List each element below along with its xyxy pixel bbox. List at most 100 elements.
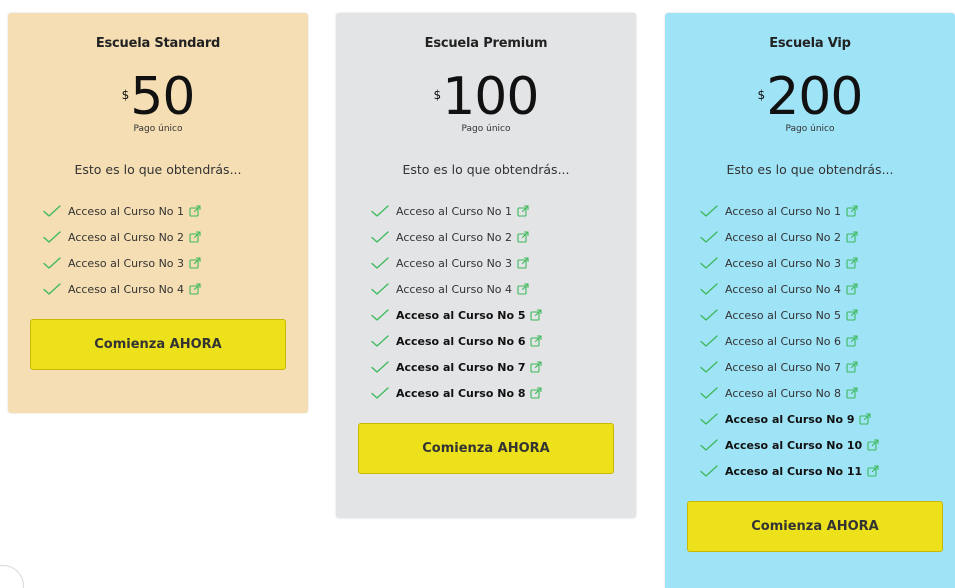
start-now-button[interactable]: Comienza AHORA xyxy=(30,319,286,370)
price-amount: 100 xyxy=(442,67,539,127)
feature-item: Acceso al Curso No 7 xyxy=(370,354,543,380)
external-link-icon[interactable] xyxy=(530,309,543,321)
feature-label: Acceso al Curso No 5 xyxy=(396,308,526,322)
feature-label: Acceso al Curso No 7 xyxy=(725,360,842,374)
feature-item: Acceso al Curso No 7 xyxy=(699,354,879,380)
feature-label: Acceso al Curso No 6 xyxy=(396,334,526,348)
external-link-icon[interactable] xyxy=(867,465,879,477)
plan-card-vip: Escuela Vip $200 Pago único Esto es lo q… xyxy=(665,13,955,588)
external-link-icon[interactable] xyxy=(189,231,201,243)
check-icon xyxy=(699,360,719,374)
feature-item: Acceso al Curso No 2 xyxy=(370,224,542,250)
check-icon xyxy=(699,282,719,296)
feature-item: Acceso al Curso No 10 xyxy=(699,432,879,458)
check-icon xyxy=(42,282,62,296)
external-link-icon[interactable] xyxy=(530,361,543,373)
feature-item: Acceso al Curso No 3 xyxy=(699,250,879,276)
feature-item: Acceso al Curso No 1 xyxy=(42,198,201,224)
check-icon xyxy=(699,438,719,452)
feature-label: Acceso al Curso No 3 xyxy=(396,256,513,270)
check-icon xyxy=(699,464,719,478)
check-icon xyxy=(699,308,719,322)
check-icon xyxy=(370,334,390,348)
price-amount: 50 xyxy=(130,67,195,127)
external-link-icon[interactable] xyxy=(846,361,858,373)
feature-item: Acceso al Curso No 4 xyxy=(42,276,201,302)
check-icon xyxy=(699,412,719,426)
plan-subtitle: Esto es lo que obtendrás... xyxy=(402,162,570,177)
check-icon xyxy=(699,334,719,348)
plan-title: Escuela Premium xyxy=(424,36,548,51)
plan-subtitle: Esto es lo que obtendrás... xyxy=(726,162,894,177)
feature-label: Acceso al Curso No 1 xyxy=(396,204,513,218)
plan-title: Escuela Vip xyxy=(769,36,851,51)
external-link-icon[interactable] xyxy=(846,387,858,399)
feature-label: Acceso al Curso No 2 xyxy=(725,230,842,244)
plan-price: $100 xyxy=(336,71,636,123)
feature-item: Acceso al Curso No 5 xyxy=(370,302,543,328)
feature-item: Acceso al Curso No 6 xyxy=(370,328,543,354)
feature-item: Acceso al Curso No 1 xyxy=(370,198,542,224)
plan-subtitle: Esto es lo que obtendrás... xyxy=(74,162,242,177)
external-link-icon[interactable] xyxy=(867,439,879,451)
price-amount: 200 xyxy=(766,67,863,127)
feature-label: Acceso al Curso No 11 xyxy=(725,464,863,478)
check-icon xyxy=(370,282,390,296)
plan-card-premium: Escuela Premium $100 Pago único Esto es … xyxy=(336,13,636,518)
check-icon xyxy=(370,386,390,400)
price-note: Pago único xyxy=(461,124,511,134)
check-icon xyxy=(699,256,719,270)
external-link-icon[interactable] xyxy=(846,309,858,321)
feature-label: Acceso al Curso No 3 xyxy=(725,256,842,270)
external-link-icon[interactable] xyxy=(517,231,529,243)
price-note: Pago único xyxy=(785,124,835,134)
external-link-icon[interactable] xyxy=(846,205,858,217)
check-icon xyxy=(42,256,62,270)
feature-label: Acceso al Curso No 1 xyxy=(725,204,842,218)
check-icon xyxy=(42,204,62,218)
external-link-icon[interactable] xyxy=(189,283,201,295)
check-icon xyxy=(370,256,390,270)
check-icon xyxy=(370,204,390,218)
chat-widget-button[interactable] xyxy=(0,565,24,588)
feature-item: Acceso al Curso No 9 xyxy=(699,406,879,432)
feature-item: Acceso al Curso No 3 xyxy=(370,250,542,276)
plan-price: $200 xyxy=(665,71,955,123)
feature-label: Acceso al Curso No 8 xyxy=(396,386,526,400)
feature-label: Acceso al Curso No 8 xyxy=(725,386,842,400)
feature-item: Acceso al Curso No 1 xyxy=(699,198,879,224)
external-link-icon[interactable] xyxy=(189,205,201,217)
feature-item: Acceso al Curso No 5 xyxy=(699,302,879,328)
feature-label: Acceso al Curso No 5 xyxy=(725,308,842,322)
external-link-icon[interactable] xyxy=(517,257,529,269)
feature-item: Acceso al Curso No 11 xyxy=(699,458,879,484)
external-link-icon[interactable] xyxy=(530,387,543,399)
start-now-button[interactable]: Comienza AHORA xyxy=(687,501,943,552)
external-link-icon[interactable] xyxy=(189,257,201,269)
external-link-icon[interactable] xyxy=(517,283,529,295)
plan-card-standard: Escuela Standard $50 Pago único Esto es … xyxy=(8,13,308,413)
feature-item: Acceso al Curso No 2 xyxy=(699,224,879,250)
feature-list: Acceso al Curso No 1 Acceso al Curso No 2… xyxy=(370,198,543,406)
external-link-icon[interactable] xyxy=(517,205,529,217)
external-link-icon[interactable] xyxy=(530,335,543,347)
plan-title: Escuela Standard xyxy=(95,36,221,51)
feature-label: Acceso al Curso No 2 xyxy=(68,230,185,244)
external-link-icon[interactable] xyxy=(846,283,858,295)
plan-price: $50 xyxy=(8,71,308,123)
start-now-button[interactable]: Comienza AHORA xyxy=(358,423,614,474)
feature-label: Acceso al Curso No 4 xyxy=(725,282,842,296)
feature-item: Acceso al Curso No 8 xyxy=(699,380,879,406)
check-icon xyxy=(370,360,390,374)
external-link-icon[interactable] xyxy=(846,257,858,269)
external-link-icon[interactable] xyxy=(846,335,858,347)
check-icon xyxy=(699,386,719,400)
feature-item: Acceso al Curso No 8 xyxy=(370,380,543,406)
external-link-icon[interactable] xyxy=(846,231,858,243)
external-link-icon[interactable] xyxy=(859,413,872,425)
feature-label: Acceso al Curso No 4 xyxy=(396,282,513,296)
feature-item: Acceso al Curso No 4 xyxy=(699,276,879,302)
feature-item: Acceso al Curso No 4 xyxy=(370,276,542,302)
check-icon xyxy=(42,230,62,244)
price-currency: $ xyxy=(121,88,130,102)
